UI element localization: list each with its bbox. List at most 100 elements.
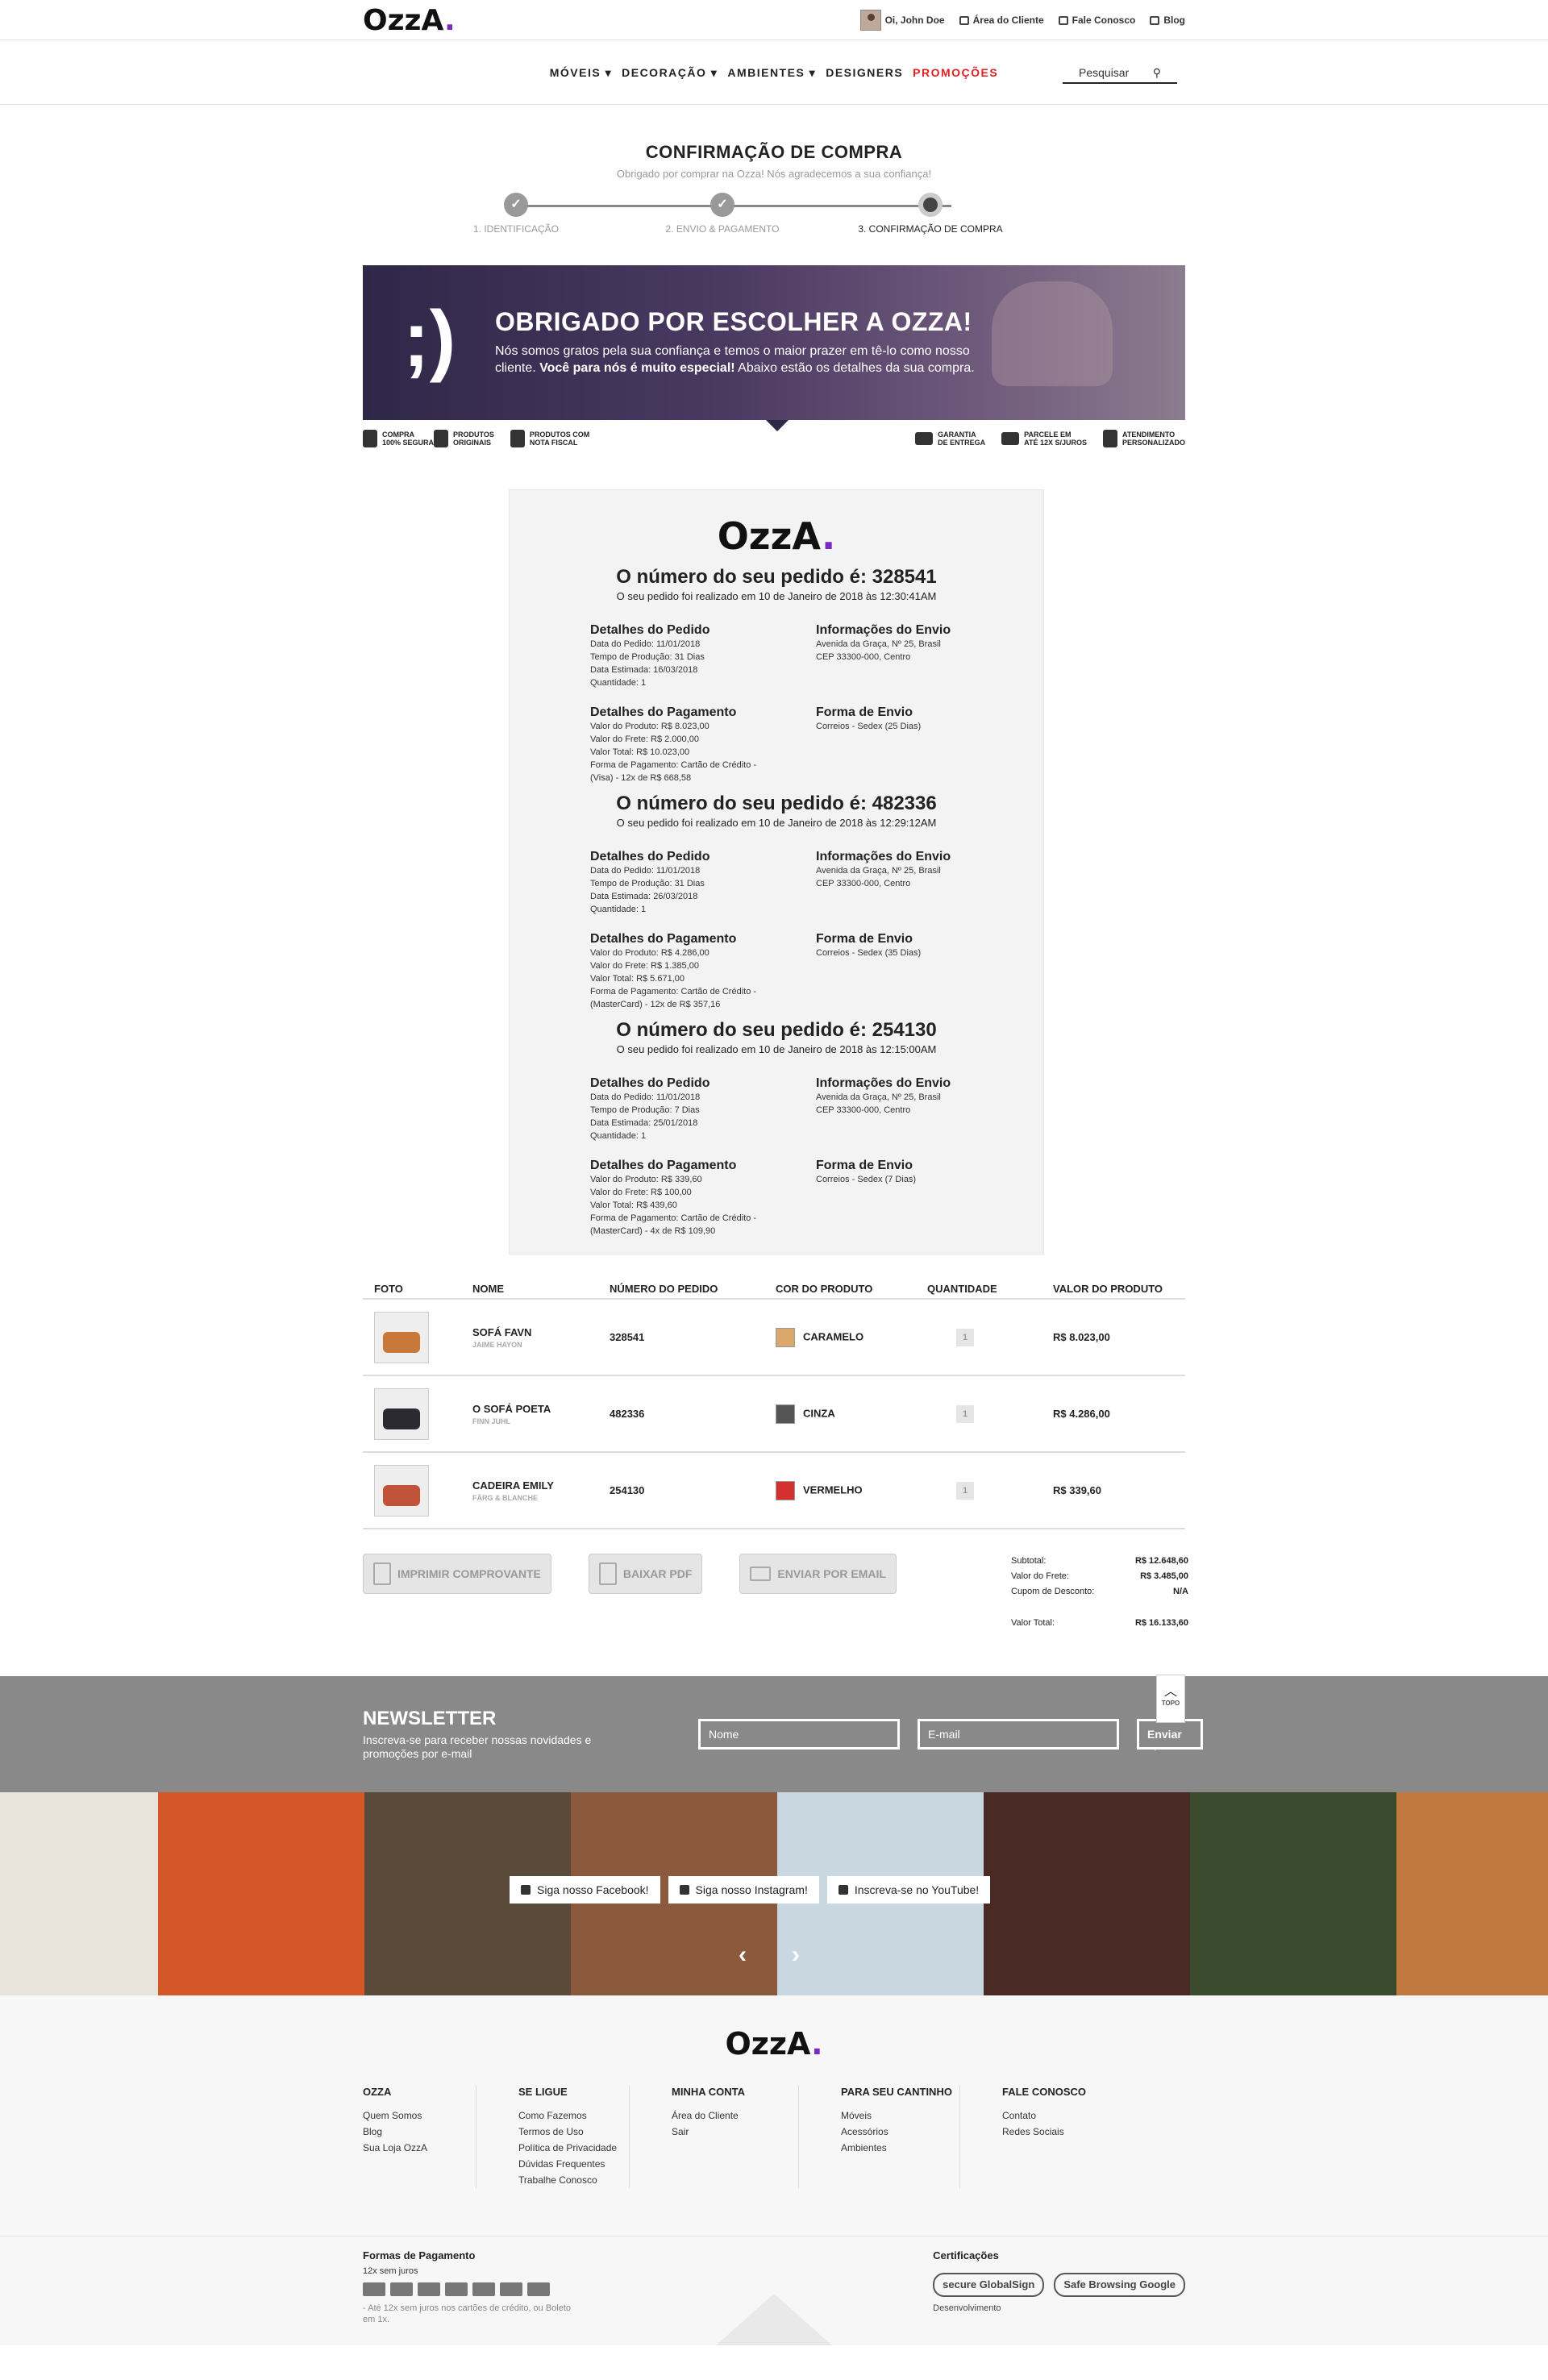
blog-link[interactable]: Blog [1150,15,1185,26]
step-2: ✓ 2. ENVIO & PAGAMENTO [642,193,803,235]
hipercard-icon [472,2282,495,2296]
youtube-button[interactable]: Inscreva-se no YouTube! [826,1876,991,1904]
price-cell: R$ 4.286,00 [1053,1408,1110,1420]
product-thumbnail[interactable] [374,1388,429,1440]
footer-logo[interactable]: OzzA. [0,2026,1548,2062]
order-totals: Subtotal: R$ 12.648,60 Valor do Frete: R$ … [1011,1556,1188,1628]
pdf-icon [598,1562,617,1585]
footer-link[interactable]: Contato [1002,2107,1185,2124]
footer-link[interactable]: Política de Privacidade [518,2140,629,2156]
footer-link[interactable]: Acessórios [841,2124,959,2140]
price-cell: R$ 8.023,00 [1053,1331,1110,1343]
gallery-image[interactable] [984,1792,1190,1995]
facebook-icon [521,1885,531,1895]
footer-link[interactable]: Redes Sociais [1002,2124,1185,2140]
product-name[interactable]: SOFÁ FAVN JAIME HAYON [472,1326,610,1349]
visa-icon [363,2282,385,2296]
logo[interactable]: OzzA. [363,4,456,37]
footer-link[interactable]: Área do Cliente [672,2107,798,2124]
newsletter-name-input[interactable]: Nome [698,1719,900,1750]
footer-link[interactable]: Móveis [841,2107,959,2124]
search-input[interactable]: Pesquisar ⚲ [1063,60,1177,84]
footer-link[interactable]: Quem Somos [363,2107,476,2124]
headset-icon [1102,430,1117,447]
product-name[interactable]: O SOFÁ POETA FINN JUHL [472,1403,610,1425]
product-thumbnail[interactable] [374,1311,429,1363]
order-details: Detalhes do Pedido Data do Pedido: 11/01/… [590,623,710,688]
order-details: Detalhes do Pedido Data do Pedido: 11/01/… [590,850,710,914]
footer-link[interactable]: Como Fazemos [518,2107,629,2124]
search-icon[interactable]: ⚲ [1153,66,1161,79]
gallery-prev-arrow[interactable]: ‹ [739,1941,747,1969]
color-swatch [776,1404,795,1424]
nav-decoracao[interactable]: DECORAÇÃO ▾ [622,66,718,80]
google-safe-badge[interactable]: Safe Browsing Google [1054,2273,1185,2297]
newsletter-email-input[interactable]: E-mail [918,1719,1119,1750]
main-nav: MÓVEIS ▾ DECORAÇÃO ▾ AMBIENTES ▾ DESIGNE… [0,40,1548,105]
nav-moveis[interactable]: MÓVEIS ▾ [550,66,612,80]
order-number: O número do seu pedido é: 482336 [616,793,937,814]
email-button[interactable]: ENVIAR POR EMAIL [739,1554,897,1594]
order-date: O seu pedido foi realizado em 10 de Jane… [616,590,937,602]
footer-link[interactable]: Sua Loja OzzA [363,2140,476,2156]
page-subtitle: Obrigado por comprar na Ozza! Nós agrade… [616,168,932,180]
lock-icon [363,430,377,447]
back-to-top-button[interactable]: ︿ TOPO [1156,1675,1185,1723]
products-table: FOTO NOME NÚMERO DO PEDIDO COR DO PRODUTO QU… [363,1279,1185,1529]
order-summary: O número do seu pedido é: 482336 O seu p… [510,793,1043,1011]
user-icon [959,15,969,25]
newsletter-submit-button[interactable]: Enviar → [1137,1719,1203,1754]
product-name[interactable]: CADEIRA EMILY FÄRG & BLANCHE [472,1479,610,1502]
gallery-image[interactable] [1396,1792,1548,1995]
step-1: ✓ 1. IDENTIFICAÇÃO [435,193,597,235]
footer-link[interactable]: Trabalhe Conosco [518,2172,629,2188]
payment-cards [363,2282,572,2296]
quantity-cell: 1 [927,1404,1053,1423]
footer: OzzA. OZZA Quem Somos Blog Sua Loja OzzA SE … [0,1995,1548,2236]
boleto-icon [527,2282,550,2296]
facebook-button[interactable]: Siga nosso Facebook! [510,1876,660,1904]
shipping-method: Forma de Envio Correios - Sedex (25 Dias) [816,705,922,731]
color-swatch [776,1327,795,1347]
amex-icon [445,2282,468,2296]
gallery-image[interactable] [158,1792,364,1995]
checkout-header: CONFIRMAÇÃO DE COMPRA Obrigado por compr… [363,142,1185,180]
thank-you-banner: ;) OBRIGADO POR ESCOLHER A OZZA! Nós som… [363,265,1185,431]
download-pdf-button[interactable]: BAIXAR PDF [588,1554,703,1594]
footer-link[interactable]: Ambientes [841,2140,959,2156]
footer-link[interactable]: Blog [363,2124,476,2140]
nav-designers[interactable]: DESIGNERS [826,66,903,80]
quantity-cell: 1 [927,1481,1053,1500]
chevron-down-icon: ▾ [809,65,817,79]
user-greeting[interactable]: Oi, John Doe [859,10,945,31]
payment-details: Detalhes do Pagamento Valor do Produto: R… [590,1159,757,1236]
step-3: 3. CONFIRMAÇÃO DE COMPRA [850,193,1011,235]
top-bar: OzzA. Oi, John Doe Área do Cliente Fale … [0,0,1548,40]
order-number-cell: 254130 [610,1484,645,1496]
banner-pointer [766,420,789,431]
footer-link[interactable]: Termos de Uso [518,2124,629,2140]
nav-ambientes[interactable]: AMBIENTES ▾ [727,66,816,80]
footer-link[interactable]: Sair [672,2124,798,2140]
nav-promocoes[interactable]: PROMOÇÕES [913,66,998,80]
instagram-button[interactable]: Siga nosso Instagram! [668,1876,819,1904]
client-area-link[interactable]: Área do Cliente [959,15,1044,26]
gallery-image[interactable] [1190,1792,1396,1995]
order-number-cell: 482336 [610,1408,645,1420]
credit-card-icon [1001,432,1020,445]
trust-original: PRODUTOS ORIGINAIS [434,430,494,447]
check-icon: ✓ [710,193,734,217]
price-cell: R$ 339,60 [1053,1484,1101,1496]
globalsign-badge[interactable]: secure GlobalSign [933,2273,1045,2297]
trust-secure: COMPRA 100% SEGURA [363,430,434,447]
product-thumbnail[interactable] [374,1464,429,1517]
footer-column: SE LIGUE Como Fazemos Termos de Uso Polític… [476,2086,629,2188]
contact-link[interactable]: Fale Conosco [1058,15,1135,26]
order-details: Detalhes do Pedido Data do Pedido: 11/01/… [590,1076,710,1141]
order-date: O seu pedido foi realizado em 10 de Jane… [616,817,937,829]
footer-link[interactable]: Dúvidas Frequentes [518,2156,629,2172]
gallery-image[interactable] [0,1792,158,1995]
trust-support: ATENDIMENTO PERSONALIZADO [1102,430,1185,447]
gallery-next-arrow[interactable]: › [792,1941,800,1969]
print-receipt-button[interactable]: IMPRIMIR COMPROVANTE [363,1554,551,1594]
